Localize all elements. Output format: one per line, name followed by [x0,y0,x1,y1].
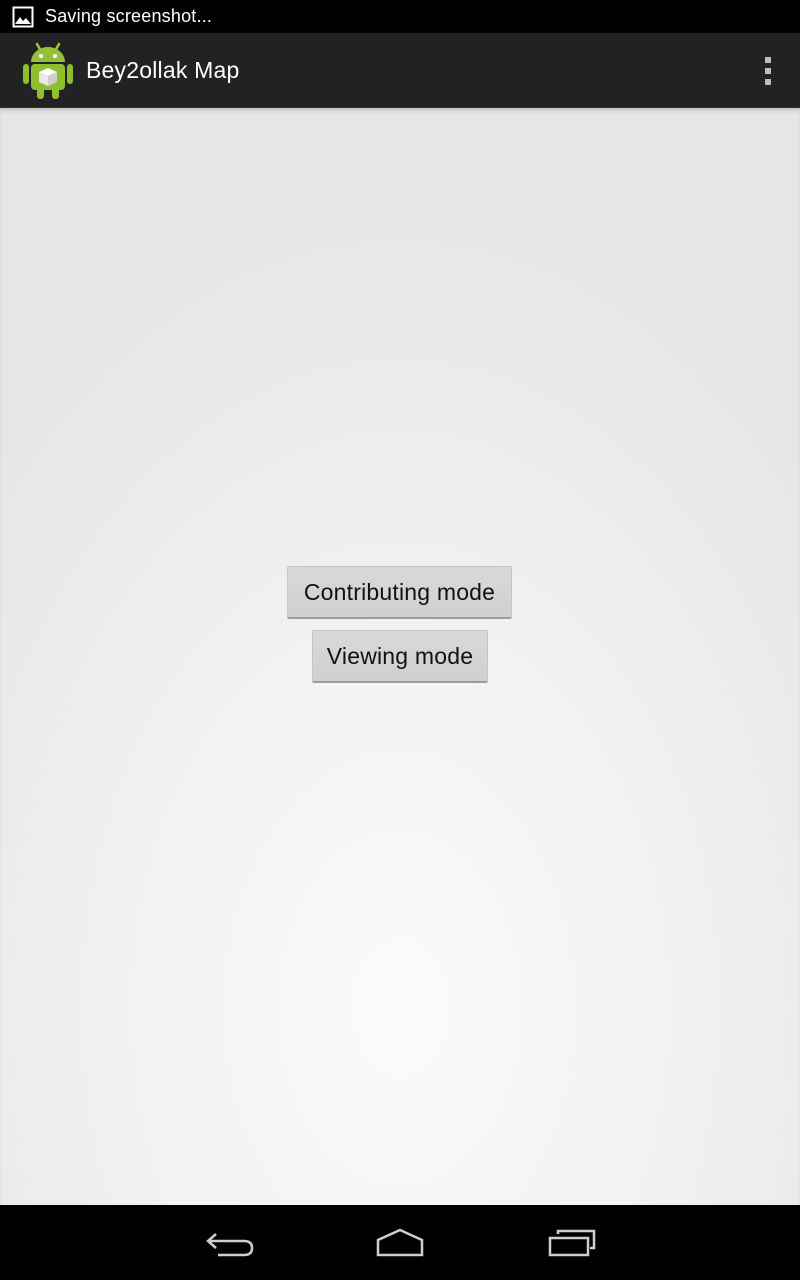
recent-apps-icon[interactable] [542,1225,602,1261]
navigation-bar [0,1205,800,1280]
main-content: Contributing mode Viewing mode [0,108,800,1205]
viewing-mode-button[interactable]: Viewing mode [312,630,488,683]
home-icon[interactable] [370,1225,430,1261]
back-icon[interactable] [200,1225,260,1261]
status-bar: Saving screenshot... [0,0,800,33]
overflow-menu-icon[interactable] [762,57,774,85]
contributing-mode-button[interactable]: Contributing mode [287,566,512,619]
status-notification-text: Saving screenshot... [45,6,213,26]
app-title: Bey2ollak Map [86,56,240,83]
android-robot-icon[interactable] [22,40,74,100]
image-icon [12,6,34,28]
action-bar: Bey2ollak Map [0,33,800,108]
